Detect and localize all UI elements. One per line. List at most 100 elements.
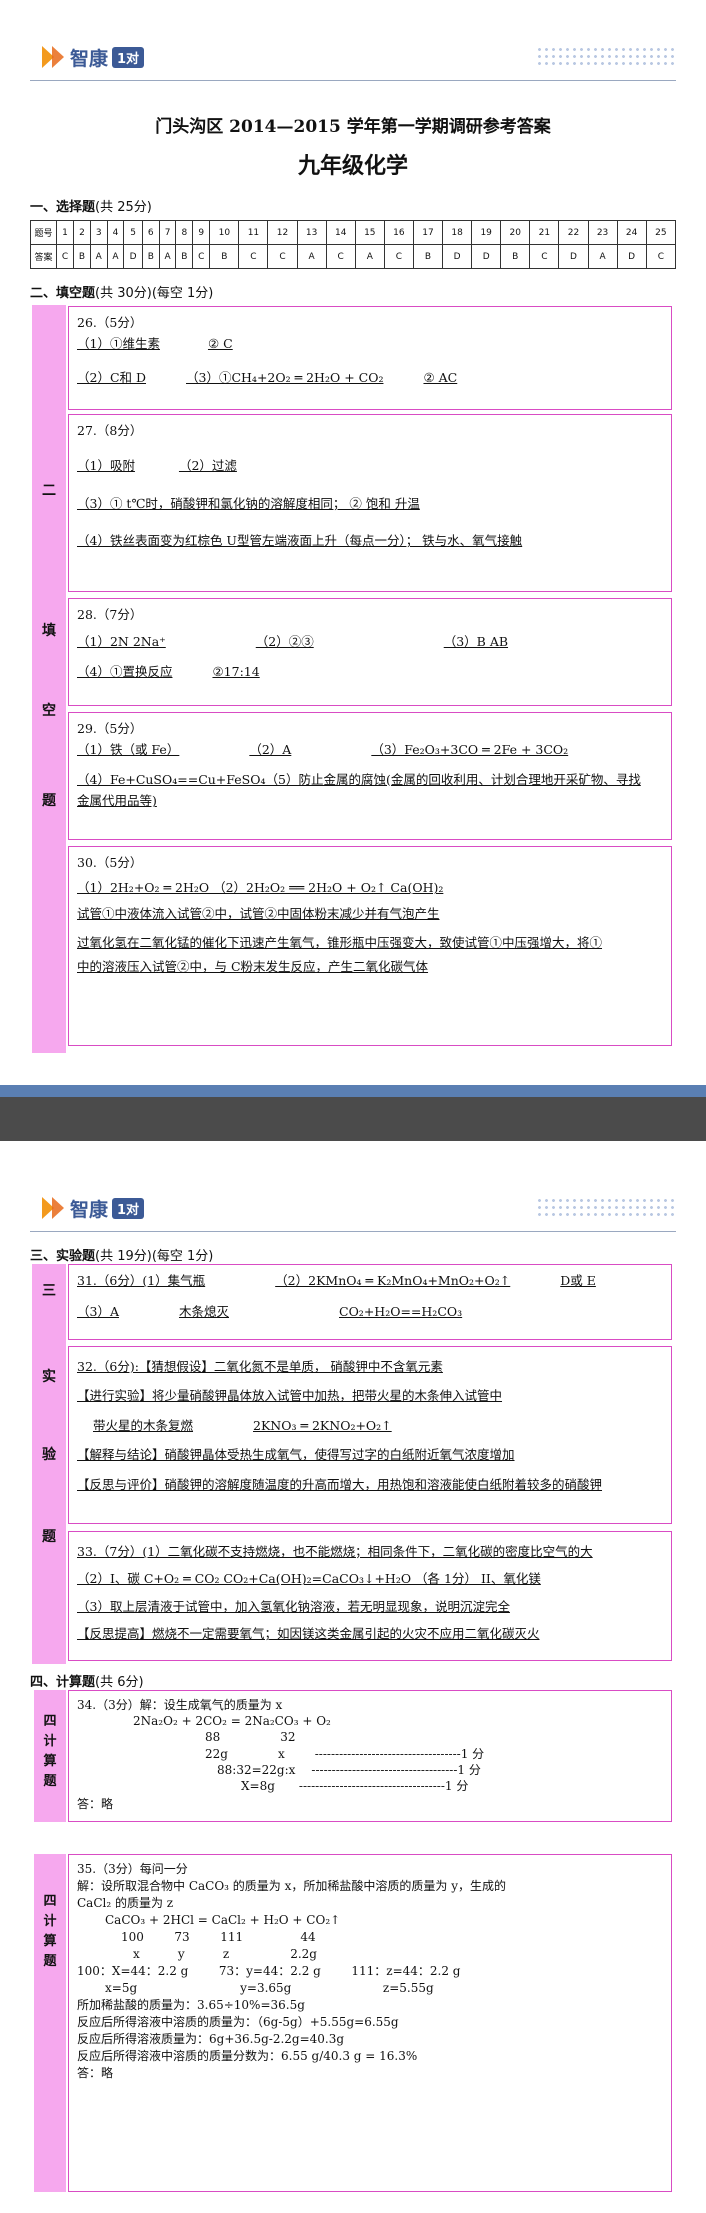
- mc-answer-cell: A: [296, 244, 327, 269]
- mc-answer-cell: B: [412, 244, 444, 269]
- brand-logo: 智康 1对: [40, 1193, 180, 1223]
- q35-line3: CaCl₂ 的质量为 z: [77, 1896, 174, 1911]
- q30-box: 30.（5分） （1）2H₂+O₂ ═ 2H₂O （2）2H₂O₂ ══ 2H₂…: [68, 846, 672, 1046]
- q35-line7: 100：X=44：2.2 g 73：y=44：2.2 g 111：z=44：2.…: [77, 1964, 461, 1979]
- mc-answer-cell: B: [175, 244, 194, 269]
- mc-answer-cell: C: [192, 244, 211, 269]
- q29-head: 29.（5分）: [77, 721, 143, 736]
- q34-line5: 88:32=22g:x -----------------------------…: [217, 1762, 481, 1777]
- q35-line1: 35.（3分）每问一分: [77, 1862, 188, 1876]
- side-label: 算: [43, 1754, 57, 1769]
- side-label: 计: [43, 1914, 57, 1929]
- mc-number-cell: 7: [158, 220, 177, 245]
- q34-line3: 88 32: [205, 1730, 296, 1745]
- mc-number-cell: 5: [123, 220, 143, 245]
- side-label: 实: [42, 1369, 56, 1385]
- logo-icon: [40, 44, 66, 70]
- brand-badge: 1对: [112, 46, 145, 68]
- header-divider: [30, 80, 676, 81]
- q34-box: 34.（3分）解：设生成氧气的质量为 x 2Na₂O₂ + 2CO₂ = 2Na…: [68, 1690, 672, 1822]
- q33-line3: （3）取上层清液于试管中，加入氢氧化钠溶液，若无明显现象，说明沉淀完全: [77, 1598, 510, 1614]
- q35-line13: 答：略: [77, 2066, 114, 2081]
- header-dot-pattern: [536, 46, 676, 68]
- side-label: 验: [42, 1447, 56, 1463]
- q28-head: 28.（7分）: [77, 607, 143, 622]
- mc-number-cell: 10: [209, 220, 240, 245]
- mc-answer-cell: A: [354, 244, 385, 269]
- q27-line2: （3）① t℃时，硝酸钾和氯化钠的溶解度相同； ② 饱和 升温: [77, 495, 420, 511]
- q26-line2: （2）C和 D （3）①CH₄+2O₂ ═ 2H₂O + CO₂ ② AC: [77, 369, 458, 385]
- mc-number-cell: 24: [616, 220, 647, 245]
- q31-line1: 31.（6分）(1）集气瓶 （2）2KMnO₄ ═ K₂MnO₄+MnO₂+O₂↑…: [77, 1273, 596, 1288]
- q35-box: 35.（3分）每问一分 解：设所取混合物中 CaCO₃ 的质量为 x，所加稀盐酸…: [68, 1854, 672, 2192]
- q33-line2: （2）I、碳 C+O₂ ═ CO₂ CO₂+Ca(OH)₂=CaCO₃↓+H₂O…: [77, 1571, 541, 1587]
- q33-box: 33.（7分）(1）二氧化碳不支持燃烧，也不能燃烧；相同条件下，二氧化碳的密度比…: [68, 1531, 672, 1661]
- mc-answer-cell: A: [89, 244, 108, 269]
- q29-line1: （1）铁（或 Fe） （2）A （3）Fe₂O₃+3CO ═ 2Fe + 3CO₂: [77, 742, 569, 758]
- page-break: [0, 1085, 706, 1141]
- mc-number-cell: 12: [267, 220, 298, 245]
- mc-number-cell: 14: [325, 220, 356, 245]
- q28-line1: （1）2N 2Na⁺ （2）②③ （3）B AB: [77, 634, 509, 650]
- page-2: 智康 1对 三、实验题(共 19分)(每空 1分) 三 实 验 题 31.（6分…: [0, 1141, 706, 2213]
- q30-head: 30.（5分）: [77, 855, 143, 870]
- side-label: 算: [43, 1934, 57, 1949]
- q30-line3: 过氧化氢在二氧化锰的催化下迅速产生氧气，锥形瓶中压强变大，致使试管①中压强增大，…: [77, 935, 603, 951]
- mc-answer-cell: D: [558, 244, 589, 269]
- q35-line9: 所加稀盐酸的质量为：3.65÷10%=36.5g: [77, 1998, 305, 2013]
- header-divider: [30, 1231, 676, 1232]
- mc-number-cell: 9: [192, 220, 211, 245]
- q27-line3: （4）铁丝表面变为红棕色 U型管左端液面上升（每点一分）； 铁与水、氧气接触: [77, 533, 523, 549]
- mc-answer-cell: C: [238, 244, 269, 269]
- fill-side-bar: 二 填 空 题: [32, 305, 66, 1053]
- logo-icon: [40, 1195, 66, 1221]
- mc-answer-table: 题号 1 2 3 4 5 6 7 8 9 10 11 12 13 14 15 16 17 18 19 20 21 22 23 2…: [30, 220, 677, 269]
- mc-number-cell: 1: [55, 220, 75, 245]
- q26-line1: （1）①维生素 ② C: [77, 336, 233, 352]
- mc-number-cell: 11: [238, 220, 269, 245]
- section-1-title: 一、选择题(共 25分): [30, 200, 152, 215]
- mc-number-cell: 16: [383, 220, 414, 245]
- q32-line1: 32.（6分):【猜想假设】二氧化氮不是单质， 硝酸钾中不含氧元素: [77, 1359, 443, 1374]
- side-label: 空: [42, 703, 56, 719]
- section-4-title: 四、计算题(共 6分): [30, 1675, 144, 1690]
- exp-side-bar: 三 实 验 题: [32, 1264, 66, 1664]
- section-2-title: 二、填空题(共 30分)(每空 1分): [30, 286, 214, 301]
- mc-number-cell: 18: [442, 220, 473, 245]
- side-label: 题: [43, 1954, 57, 1969]
- mc-number-cell: 2: [73, 220, 91, 245]
- mc-answer-cell: B: [500, 244, 531, 269]
- q34-line7: 答：略: [77, 1797, 114, 1812]
- mc-answer-cell: B: [141, 244, 160, 269]
- side-label: 题: [42, 1529, 56, 1545]
- mc-number-cell: 22: [558, 220, 589, 245]
- side-label: 二: [42, 483, 56, 499]
- mc-answer-cell: C: [529, 244, 560, 269]
- mc-answer-cell: C: [325, 244, 356, 269]
- mc-number-cell: 15: [354, 220, 385, 245]
- mc-number-cell: 19: [471, 220, 502, 245]
- q35-line2: 解：设所取混合物中 CaCO₃ 的质量为 x，所加稀盐酸中溶质的质量为 y，生成…: [77, 1879, 506, 1894]
- side-label: 填: [42, 623, 56, 639]
- q29-line3: 金属代用品等): [77, 793, 157, 809]
- q32-line2: 【进行实验】将少量硝酸钾晶体放入试管中加热，把带火星的木条伸入试管中: [77, 1388, 503, 1404]
- mc-number-row: 题号 1 2 3 4 5 6 7 8 9 10 11 12 13 14 15 16 17 18 19 20 21 22 23 2…: [30, 220, 677, 245]
- page-1: 智康 1对 门头沟区 2014—2015 学年第一学期调研参考答案 九年级化学 …: [0, 0, 706, 1085]
- mc-answer-cell: C: [267, 244, 298, 269]
- mc-answer-row: 答案 C B A A D B A B C B C C A C A C B D D B C D A D C: [30, 244, 677, 269]
- q34-line1: 34.（3分）解：设生成氧气的质量为 x: [77, 1698, 283, 1712]
- mc-number-cell: 3: [89, 220, 108, 245]
- mc-answer-cell: D: [442, 244, 473, 269]
- mc-answer-cell: A: [587, 244, 618, 269]
- q26-box: 26.（5分） （1）①维生素 ② C （2）C和 D （3）①CH₄+2O₂ ═ …: [68, 306, 672, 410]
- mc-answer-cell: C: [383, 244, 414, 269]
- q27-box: 27.（8分） （1）吸附 （2）过滤 （3）① t℃时，硝酸钾和氯化钠的溶解度相…: [68, 414, 672, 592]
- mc-number-cell: 20: [500, 220, 531, 245]
- mc-answer-cell: B: [73, 244, 91, 269]
- mc-number-cell: 25: [645, 220, 677, 245]
- header-dot-pattern: [536, 1197, 676, 1219]
- q35-line12: 反应后所得溶液中溶质的质量分数为：6.55 g/40.3 g = 16.3%: [77, 2049, 418, 2064]
- q32-line5: 【反思与评价】硝酸钾的溶解度随温度的升高而增大，用热饱和溶液能使白纸附着较多的硝…: [77, 1476, 603, 1492]
- mc-number-cell: 8: [175, 220, 194, 245]
- mc-answer-cell: D: [616, 244, 647, 269]
